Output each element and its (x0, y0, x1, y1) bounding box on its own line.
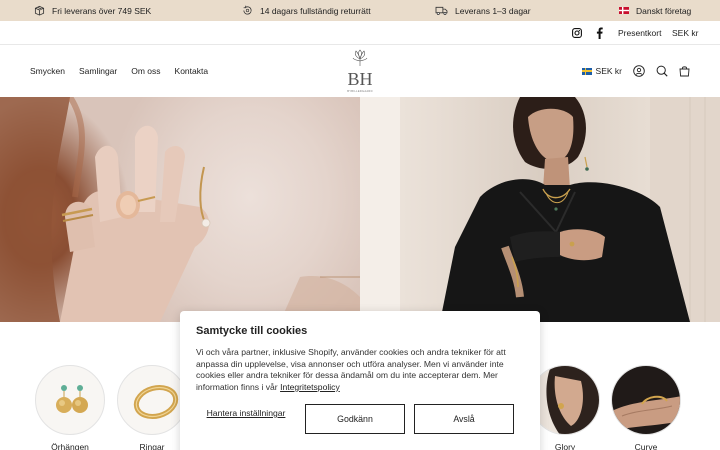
truck-icon (435, 6, 448, 15)
nav-item-about[interactable]: Om oss (131, 66, 160, 76)
nav-item-collections[interactable]: Samlingar (79, 66, 117, 76)
main-nav: Smycken Samlingar Om oss Kontakta (30, 45, 208, 97)
collection-glory-thumb[interactable] (530, 365, 600, 435)
glory-image (531, 366, 599, 434)
cookie-title: Samtycke till cookies (196, 325, 308, 337)
utility-currency-selector[interactable]: SEK kr (672, 21, 698, 45)
hero-image-hand-earring[interactable] (0, 97, 360, 322)
privacy-policy-link[interactable]: Integritetspolicy (280, 382, 340, 392)
announcement-text: Leverans 1–3 dagar (455, 5, 531, 16)
logo-subtext: BYBILLEDGAARD (347, 89, 373, 93)
decline-button[interactable]: Avslå (414, 404, 514, 434)
danish-flag-icon (619, 7, 629, 14)
announcement-text: 14 dagars fullständig returrätt (260, 5, 371, 16)
collection-earrings-thumb[interactable] (35, 365, 105, 435)
collection-curve-label[interactable]: Curve (606, 442, 686, 450)
announcement-item-company: Danskt företag (619, 0, 691, 21)
collection-curve-thumb[interactable] (611, 365, 681, 435)
logo-mark: BH BYBILLEDGAARD (347, 49, 373, 93)
curve-image (612, 366, 680, 434)
search-icon[interactable] (656, 65, 668, 77)
announcement-text: Fri leverans över 749 SEK (52, 5, 152, 16)
box-icon (34, 5, 45, 16)
swedish-flag-icon (581, 67, 592, 75)
logo-letters: BH (347, 69, 372, 89)
site-header: Smycken Samlingar Om oss Kontakta BH BYB… (0, 45, 720, 97)
cookie-consent-dialog: Samtycke till cookies Vi och våra partne… (180, 311, 540, 450)
return-icon (243, 5, 252, 15)
gift-card-link[interactable]: Presentkort (618, 21, 661, 45)
instagram-icon (572, 28, 582, 38)
hero-illustration-left (0, 97, 360, 322)
cart-icon[interactable] (679, 65, 690, 77)
header-actions: SEK kr (581, 45, 690, 97)
rings-image (133, 385, 179, 419)
announcement-item-shipping: Fri leverans över 749 SEK (34, 0, 151, 21)
cookie-body: Vi och våra partner, inklusive Shopify, … (196, 347, 524, 393)
announcement-bar: Fri leverans över 749 SEK 14 dagars full… (0, 0, 720, 21)
header-currency-selector[interactable]: SEK kr (581, 66, 622, 76)
nav-item-jewelry[interactable]: Smycken (30, 66, 65, 76)
facebook-icon (596, 27, 603, 39)
announcement-item-returns: 14 dagars fullständig returrätt (242, 0, 371, 21)
earrings-image (56, 385, 88, 413)
currency-label: SEK kr (595, 66, 622, 76)
cookie-body-text: Vi och våra partner, inklusive Shopify, … (196, 347, 506, 392)
brand-logo[interactable]: BH BYBILLEDGAARD (341, 49, 379, 95)
hero-image-model-black-blazer[interactable] (360, 97, 720, 322)
accept-button[interactable]: Godkänn (305, 404, 405, 434)
account-icon[interactable] (633, 65, 645, 77)
manage-settings-button[interactable]: Hantera inställningar (196, 408, 296, 418)
facebook-link[interactable] (596, 21, 603, 45)
announcement-text: Danskt företag (636, 5, 692, 16)
instagram-link[interactable] (572, 21, 582, 45)
announcement-item-delivery: Leverans 1–3 dagar (435, 0, 531, 21)
nav-item-contact[interactable]: Kontakta (175, 66, 209, 76)
cookie-actions: Hantera inställningar Godkänn Avslå (196, 404, 524, 434)
utility-bar: Presentkort SEK kr (0, 21, 720, 45)
collection-rings-thumb[interactable] (117, 365, 187, 435)
hero-illustration-right (360, 97, 720, 322)
collection-earrings-label[interactable]: Örhängen (30, 442, 110, 450)
